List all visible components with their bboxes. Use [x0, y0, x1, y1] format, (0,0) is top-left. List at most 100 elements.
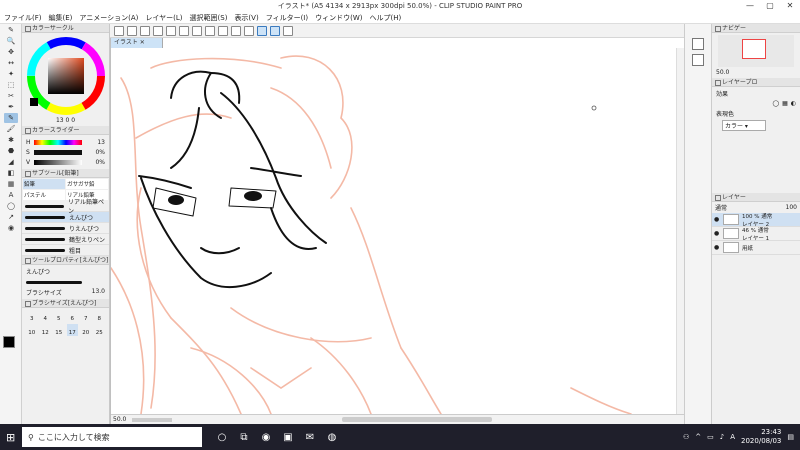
fill-icon[interactable] [205, 25, 215, 36]
chevron-up-icon[interactable]: ^ [695, 433, 701, 441]
size-preset[interactable]: 6 [67, 310, 79, 322]
layer-color-icon[interactable]: ◐ [791, 100, 796, 107]
pen-tool-icon[interactable]: ✎ [4, 25, 18, 35]
redo-icon[interactable] [166, 25, 176, 36]
operation-tool-icon[interactable]: ↔ [4, 58, 18, 68]
fill-tool-icon[interactable]: ◧ [4, 168, 18, 178]
border-effect-icon[interactable]: ◯ [772, 100, 779, 107]
figure-tool-icon[interactable]: ◯ [4, 201, 18, 211]
zoom-tool-icon[interactable]: 🔍 [4, 36, 18, 46]
hue-slider[interactable] [34, 139, 82, 145]
minimize-icon[interactable]: — [740, 0, 760, 12]
menu-file[interactable]: ファイル(F) [4, 13, 42, 23]
undo-icon[interactable] [153, 25, 163, 36]
taskbar-search[interactable]: ⚲ ここに入力して検索 [22, 427, 202, 447]
main-color-swatch[interactable] [3, 336, 15, 348]
airbrush-tool-icon[interactable]: ✱ [4, 135, 18, 145]
network-icon[interactable]: ▭ [707, 433, 714, 441]
crop-icon[interactable] [244, 25, 254, 36]
material-icon[interactable] [692, 38, 704, 50]
snap-special-ruler-icon[interactable] [270, 25, 280, 36]
deselect-icon[interactable] [231, 25, 241, 36]
menu-help[interactable]: ヘルプ(H) [369, 13, 401, 23]
layer-row[interactable]: ● 用紙 [712, 241, 800, 255]
sub-tool-tab-pastel[interactable]: パステル [23, 190, 65, 200]
navigator-preview[interactable] [718, 35, 794, 67]
transform-icon[interactable] [192, 25, 202, 36]
size-preset[interactable]: 4 [40, 310, 52, 322]
display-color-select[interactable]: カラー ▾ [722, 120, 766, 131]
size-preset[interactable]: 7 [80, 310, 92, 322]
select-all-icon[interactable] [218, 25, 228, 36]
brush-tool-icon[interactable]: 🖌 [4, 124, 18, 134]
vertical-scrollbar[interactable] [676, 48, 684, 414]
blend-tool-icon[interactable]: ◢ [4, 157, 18, 167]
eyedropper-tool-icon[interactable]: ✂ [4, 91, 18, 101]
menu-window[interactable]: ウィンドウ(W) [315, 13, 362, 23]
app-icon[interactable]: ◍ [324, 429, 340, 445]
menu-selection[interactable]: 選択範囲(S) [190, 13, 228, 23]
snap-ruler-icon[interactable] [257, 25, 267, 36]
brush-item[interactable]: リアル鉛筆ペン [22, 199, 109, 215]
cortana-icon[interactable]: ○ [214, 429, 230, 445]
windows-start-icon[interactable]: ⊞ [6, 431, 15, 444]
eye-icon[interactable]: ● [714, 244, 720, 251]
clip-studio-icon[interactable]: ▣ [280, 429, 296, 445]
people-icon[interactable]: ⚇ [683, 433, 689, 441]
mail-icon[interactable]: ✉ [302, 429, 318, 445]
notification-icon[interactable]: ▤ [787, 433, 794, 441]
menu-edit[interactable]: 編集(E) [49, 13, 73, 23]
brush-item[interactable]: りえんぴつ [22, 223, 109, 234]
value-slider[interactable] [34, 159, 82, 165]
move-tool-icon[interactable]: ✥ [4, 47, 18, 57]
menu-animation[interactable]: アニメーション(A) [79, 13, 138, 23]
clear-icon[interactable] [179, 25, 189, 36]
menu-filter[interactable]: フィルター(I) [266, 13, 308, 23]
tone-effect-icon[interactable]: ▦ [782, 100, 788, 107]
scroll-thumb[interactable] [342, 417, 493, 422]
task-view-icon[interactable]: ⧉ [236, 429, 252, 445]
size-preset[interactable]: 3 [26, 310, 38, 322]
size-preset[interactable]: 20 [80, 324, 92, 336]
size-preset[interactable]: 8 [94, 310, 106, 322]
balloon-tool-icon[interactable]: ↗ [4, 212, 18, 222]
eye-icon[interactable]: ● [714, 216, 720, 223]
pencil-tool-icon[interactable]: ✎ [4, 113, 18, 123]
size-preset[interactable]: 12 [40, 324, 52, 336]
selection-tool-icon[interactable]: ⬚ [4, 80, 18, 90]
eraser-tool-icon[interactable]: ⬣ [4, 146, 18, 156]
pin-icon[interactable] [692, 54, 704, 66]
menu-view[interactable]: 表示(V) [234, 13, 258, 23]
size-preset[interactable]: 10 [26, 324, 38, 336]
size-preset[interactable]: 25 [94, 324, 106, 336]
horizontal-scrollbar[interactable]: 50.0 [111, 414, 685, 424]
canvas-area[interactable]: イラスト ✕ 50.0 [110, 38, 685, 424]
blend-mode-select[interactable]: 通常 [715, 203, 727, 212]
zoom-slider[interactable] [132, 417, 173, 422]
open-icon[interactable] [127, 25, 137, 36]
eye-icon[interactable]: ● [714, 230, 720, 237]
brush-item[interactable]: 鶴型えりペン [22, 234, 109, 245]
snap-grid-icon[interactable] [283, 25, 293, 36]
size-preset[interactable]: 15 [53, 324, 65, 336]
marker-tool-icon[interactable]: ✒ [4, 102, 18, 112]
correct-line-tool-icon[interactable]: ◉ [4, 223, 18, 233]
close-icon[interactable]: ✕ [780, 0, 800, 12]
text-tool-icon[interactable]: A [4, 190, 18, 200]
brush-size-value[interactable]: 13.0 [92, 288, 105, 297]
ime-indicator[interactable]: A [730, 433, 735, 441]
menu-layer[interactable]: レイヤー(L) [145, 13, 182, 23]
volume-icon[interactable]: ♪ [720, 433, 724, 441]
tab-illustration[interactable]: イラスト ✕ [111, 38, 163, 48]
saturation-slider[interactable] [34, 149, 82, 155]
clock[interactable]: 23:43 2020/08/03 [741, 428, 781, 446]
color-wheel[interactable] [26, 36, 106, 116]
sub-tool-tab-rough[interactable]: ガサガサ鉛 [66, 179, 108, 189]
brush-item[interactable]: 粗目 [22, 245, 109, 256]
maximize-icon[interactable]: ▢ [760, 0, 780, 12]
canvas-zoom-readout[interactable]: 50.0 [113, 416, 126, 423]
sub-tool-tab-pencil[interactable]: 鉛筆 [23, 179, 65, 189]
save-icon[interactable] [140, 25, 150, 36]
gradient-tool-icon[interactable]: ▦ [4, 179, 18, 189]
layer-row[interactable]: ● 46 % 通常 レイヤー 1 [712, 227, 800, 242]
